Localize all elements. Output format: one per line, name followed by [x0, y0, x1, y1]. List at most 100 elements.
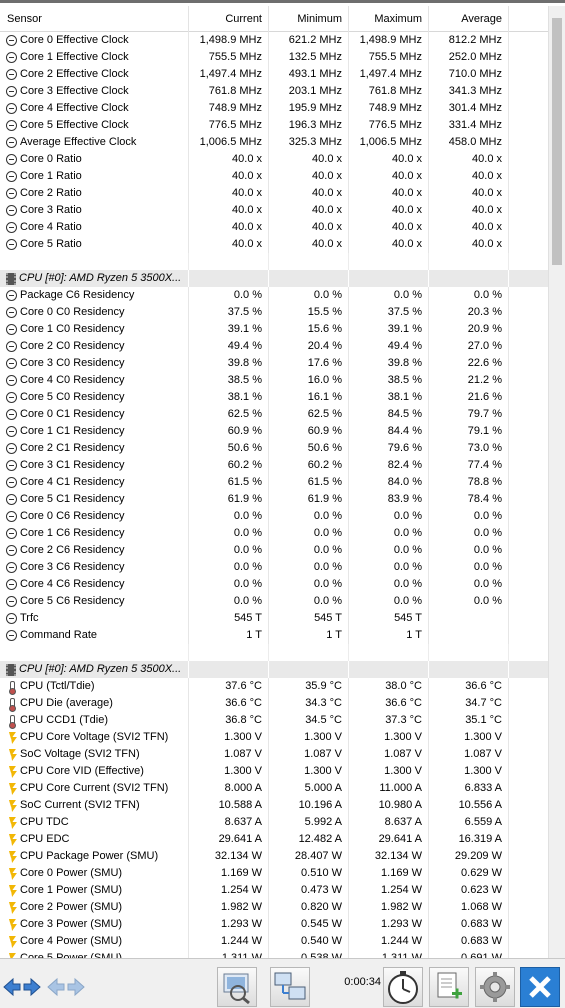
nav-arrows-disabled-icon — [47, 977, 85, 997]
sensor-row[interactable]: Core 5 Ratio 40.0 x 40.0 x 40.0 x 40.0 x — [0, 236, 548, 253]
sensor-row[interactable]: Core 3 Power (SMU) 1.293 W 0.545 W 1.293 W0… — [0, 916, 548, 933]
sensor-row[interactable]: Core 5 Effective Clock 776.5 MHz 196.3 MHz… — [0, 117, 548, 134]
sensor-row[interactable]: Core 0 Power (SMU) 1.169 W 0.510 W 1.169 W0… — [0, 865, 548, 882]
sensor-row[interactable]: CPU Core VID (Effective) 1.300 V 1.300 V 1.… — [0, 763, 548, 780]
sensor-label: Core 5 C6 Residency — [20, 595, 125, 607]
lightning-icon — [6, 868, 17, 879]
settings-button[interactable] — [475, 967, 515, 1007]
nav-arrows-disabled-button[interactable] — [46, 973, 86, 1001]
sensor-row[interactable]: Core 2 Effective Clock 1,497.4 MHz 493.1 M… — [0, 66, 548, 83]
average-column-header[interactable]: Average — [429, 6, 509, 32]
sensor-label: Core 4 Ratio — [20, 221, 82, 233]
thermometer-icon — [6, 681, 17, 695]
minimum-value: 0.0 % — [269, 559, 349, 576]
maximum-value: 1.300 V — [349, 729, 429, 746]
spacer-row — [0, 644, 548, 661]
sensor-row[interactable]: Core 1 Ratio 40.0 x 40.0 x 40.0 x 40.0 x — [0, 168, 548, 185]
average-value — [429, 627, 509, 644]
sensor-row[interactable]: Core 5 Power (SMU) 1.311 W 0.538 W 1.311 W0… — [0, 950, 548, 958]
sensor-row[interactable]: Core 0 C1 Residency 62.5 % 62.5 % 84.5 % 79.… — [0, 406, 548, 423]
sensor-row[interactable]: Core 3 C0 Residency 39.8 % 17.6 % 39.8 % 22.… — [0, 355, 548, 372]
sensor-row[interactable]: CPU TDC 8.637 A 5.992 A 8.637 A 6.559 A — [0, 814, 548, 831]
sensor-row[interactable]: CPU CCD1 (Tdie) 36.8 °C 34.5 °C 37.3 °C 35.1… — [0, 712, 548, 729]
nav-arrows-button[interactable] — [2, 973, 42, 1001]
clock-icon — [6, 171, 17, 182]
sensor-row[interactable]: CPU Core Voltage (SVI2 TFN) 1.300 V 1.300 … — [0, 729, 548, 746]
sensor-row[interactable]: Core 1 C0 Residency 39.1 % 15.6 % 39.1 % 20.… — [0, 321, 548, 338]
sensor-row[interactable]: Command Rate 1 T1 T1 T — [0, 627, 548, 644]
sensor-row[interactable]: CPU Die (average) 36.6 °C 34.3 °C 36.6 °C 34… — [0, 695, 548, 712]
current-value — [189, 270, 269, 287]
sensor-row[interactable]: CPU EDC 29.641 A 12.482 A 29.641 A 16.319 A — [0, 831, 548, 848]
sensor-row[interactable]: Core 3 C1 Residency 60.2 % 60.2 % 82.4 % 77.… — [0, 457, 548, 474]
sensor-row[interactable]: Core 1 C1 Residency 60.9 % 60.9 % 84.4 % 79.… — [0, 423, 548, 440]
current-value: 60.2 % — [189, 457, 269, 474]
sensor-row[interactable]: SoC Voltage (SVI2 TFN) 1.087 V 1.087 V 1.08… — [0, 746, 548, 763]
thermometer-icon — [6, 698, 17, 712]
average-value: 0.0 % — [429, 542, 509, 559]
sensor-row[interactable]: Core 3 C6 Residency 0.0 % 0.0 % 0.0 % 0.0 % — [0, 559, 548, 576]
sensor-row[interactable]: Average Effective Clock 1,006.5 MHz 325.3 … — [0, 134, 548, 151]
network-button[interactable] — [270, 967, 310, 1007]
sensor-name-cell: Package C6 Residency — [0, 287, 189, 304]
sensor-row[interactable]: Core 1 C6 Residency 0.0 % 0.0 % 0.0 % 0.0 % — [0, 525, 548, 542]
sensor-name-cell: Core 3 Ratio — [0, 202, 189, 219]
sensor-row[interactable]: CPU Package Power (SMU) 32.134 W 28.407 W3… — [0, 848, 548, 865]
sensor-label: Average Effective Clock — [20, 136, 137, 148]
minimum-value: 1 T — [269, 627, 349, 644]
sensor-row[interactable]: SoC Current (SVI2 TFN) 10.588 A 10.196 A 10… — [0, 797, 548, 814]
layout-button[interactable] — [217, 967, 257, 1007]
sensor-label: Core 0 C0 Residency — [20, 306, 125, 318]
sensor-row[interactable]: Core 2 C1 Residency 50.6 % 50.6 % 79.6 % 73.… — [0, 440, 548, 457]
group-header-row[interactable]: CPU [#0]: AMD Ryzen 5 3500X... — [0, 270, 548, 287]
maximum-value: 40.0 x — [349, 151, 429, 168]
sensor-row[interactable]: Core 0 C6 Residency 0.0 % 0.0 % 0.0 % 0.0 % — [0, 508, 548, 525]
current-column-header[interactable]: Current — [189, 6, 269, 32]
sensor-column-header[interactable]: Sensor — [0, 6, 189, 32]
stopwatch-button[interactable] — [383, 967, 423, 1007]
sensor-row[interactable]: Core 4 C0 Residency 38.5 % 16.0 % 38.5 % 21.… — [0, 372, 548, 389]
maximum-column-header[interactable]: Maximum — [349, 6, 429, 32]
group-header-row[interactable]: CPU [#0]: AMD Ryzen 5 3500X... — [0, 661, 548, 678]
sensor-row[interactable]: Core 5 C0 Residency 38.1 % 16.1 % 38.1 % 21.… — [0, 389, 548, 406]
sensor-row[interactable]: Core 5 C6 Residency 0.0 % 0.0 % 0.0 % 0.0 % — [0, 593, 548, 610]
minimum-value: 0.545 W — [269, 916, 349, 933]
sensor-row[interactable]: Core 2 C6 Residency 0.0 % 0.0 % 0.0 % 0.0 % — [0, 542, 548, 559]
current-value: 40.0 x — [189, 168, 269, 185]
sensor-row[interactable]: Core 0 C0 Residency 37.5 % 15.5 % 37.5 % 20.… — [0, 304, 548, 321]
sensor-row[interactable]: Core 0 Effective Clock 1,498.9 MHz 621.2 M… — [0, 32, 548, 49]
close-button[interactable] — [520, 967, 560, 1007]
sensor-row[interactable]: Core 4 Power (SMU) 1.244 W 0.540 W 1.244 W0… — [0, 933, 548, 950]
average-value: 1.068 W — [429, 899, 509, 916]
sensor-row[interactable]: Core 5 C1 Residency 61.9 % 61.9 % 83.9 % 78.… — [0, 491, 548, 508]
sensor-row[interactable]: Core 4 Effective Clock 748.9 MHz 195.9 MHz… — [0, 100, 548, 117]
scrollbar-thumb[interactable] — [552, 18, 562, 265]
current-value: 755.5 MHz — [189, 49, 269, 66]
sensor-row[interactable]: Core 2 C0 Residency 49.4 % 20.4 % 49.4 % 27.… — [0, 338, 548, 355]
sensor-name-cell: CPU Core Voltage (SVI2 TFN) — [0, 729, 189, 746]
sensor-row[interactable]: Core 2 Ratio 40.0 x 40.0 x 40.0 x 40.0 x — [0, 185, 548, 202]
sensor-row[interactable]: Core 2 Power (SMU) 1.982 W 0.820 W 1.982 W1… — [0, 899, 548, 916]
sensor-row[interactable]: Core 1 Power (SMU) 1.254 W 0.473 W 1.254 W0… — [0, 882, 548, 899]
sensor-row[interactable]: Core 4 C1 Residency 61.5 % 61.5 % 84.0 % 78.… — [0, 474, 548, 491]
sensor-row[interactable]: Package C6 Residency 0.0 % 0.0 % 0.0 % 0.0 % — [0, 287, 548, 304]
lightning-icon — [6, 885, 17, 896]
minimum-column-header[interactable]: Minimum — [269, 6, 349, 32]
sensor-row[interactable]: Core 3 Ratio 40.0 x 40.0 x 40.0 x 40.0 x — [0, 202, 548, 219]
sensor-row[interactable]: Trfc 545 T 545 T 545 T — [0, 610, 548, 627]
sensor-row[interactable]: CPU Core Current (SVI2 TFN) 8.000 A 5.000 … — [0, 780, 548, 797]
minimum-value — [269, 270, 349, 287]
sensor-row[interactable]: Core 0 Ratio 40.0 x 40.0 x 40.0 x 40.0 x — [0, 151, 548, 168]
sensor-row[interactable]: Core 3 Effective Clock 761.8 MHz 203.1 MHz… — [0, 83, 548, 100]
sensor-row[interactable]: Core 4 C6 Residency 0.0 % 0.0 % 0.0 % 0.0 % — [0, 576, 548, 593]
sensor-row[interactable]: Core 4 Ratio 40.0 x 40.0 x 40.0 x 40.0 x — [0, 219, 548, 236]
add-report-button[interactable] — [429, 967, 469, 1007]
close-icon — [529, 976, 551, 998]
maximum-value: 8.637 A — [349, 814, 429, 831]
sensor-row[interactable]: CPU (Tctl/Tdie) 37.6 °C 35.9 °C 38.0 °C 36.6… — [0, 678, 548, 695]
vertical-scrollbar[interactable] — [548, 6, 565, 958]
maximum-value: 1.293 W — [349, 916, 429, 933]
minimum-value: 0.0 % — [269, 525, 349, 542]
sensor-row[interactable]: Core 1 Effective Clock 755.5 MHz 132.5 MHz… — [0, 49, 548, 66]
sensor-window: Sensor Current Minimum Maximum Average C… — [0, 0, 565, 1008]
